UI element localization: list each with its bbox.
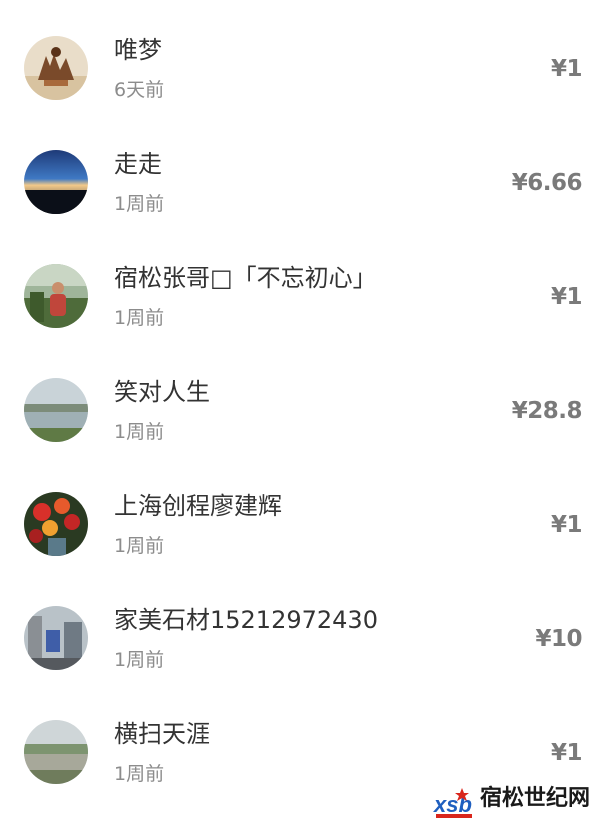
site-logo-icon: xsb [433,788,472,818]
donor-row[interactable]: 走走 1周前 ¥6.66 [0,126,604,240]
avatar[interactable] [24,378,88,442]
donor-row[interactable]: 家美石材15212972430 1周前 ¥10 [0,582,604,696]
watermark-text: 宿松世纪网 [480,786,591,811]
donor-time: 1周前 [114,193,165,215]
avatar-flowers-photo-icon [24,492,88,556]
avatar[interactable] [24,492,88,556]
avatar[interactable] [24,606,88,670]
avatar[interactable] [24,36,88,100]
avatar[interactable] [24,720,88,784]
donor-row[interactable]: 唯梦 6天前 ¥1 [0,12,604,126]
avatar-river-photo-icon [24,720,88,784]
donor-row[interactable]: 笑对人生 1周前 ¥28.8 [0,354,604,468]
avatar-horizon-photo-icon [24,150,88,214]
donor-amount: ¥1 [550,56,583,82]
avatar-street-photo-icon [24,606,88,670]
donor-time: 1周前 [114,307,165,329]
avatar[interactable] [24,264,88,328]
donor-row[interactable]: 上海创程廖建辉 1周前 ¥1 [0,468,604,582]
donor-amount: ¥1 [550,740,583,766]
donor-name: 家美石材15212972430 [114,606,378,634]
avatar-lake-photo-icon [24,378,88,442]
donor-amount: ¥1 [550,512,583,538]
donor-amount: ¥10 [535,626,582,652]
donor-name: 走走 [114,150,162,178]
avatar-person-photo-icon [24,264,88,328]
donor-name: 唯梦 [114,36,162,64]
donor-time: 1周前 [114,649,165,671]
donor-name: 横扫天涯 [114,720,210,748]
donor-time: 1周前 [114,763,165,785]
donor-amount: ¥28.8 [511,398,583,424]
site-watermark: xsb 宿松世纪网 [430,780,604,822]
donor-amount: ¥6.66 [511,170,583,196]
donor-list: 唯梦 6天前 ¥1 走走 1周前 ¥6.66 宿松张哥□「不忘初心」 1周前 ¥… [0,0,604,822]
avatar[interactable] [24,150,88,214]
donor-name: 上海创程廖建辉 [114,492,282,520]
donor-amount: ¥1 [550,284,583,310]
svg-text:xsb: xsb [433,792,472,817]
donor-time: 6天前 [114,79,165,101]
donor-name: 笑对人生 [114,378,210,406]
donor-time: 1周前 [114,421,165,443]
donor-time: 1周前 [114,535,165,557]
donor-name: 宿松张哥□「不忘初心」 [114,264,377,292]
avatar-silhouette-photo-icon [24,36,88,100]
donor-row[interactable]: 宿松张哥□「不忘初心」 1周前 ¥1 [0,240,604,354]
